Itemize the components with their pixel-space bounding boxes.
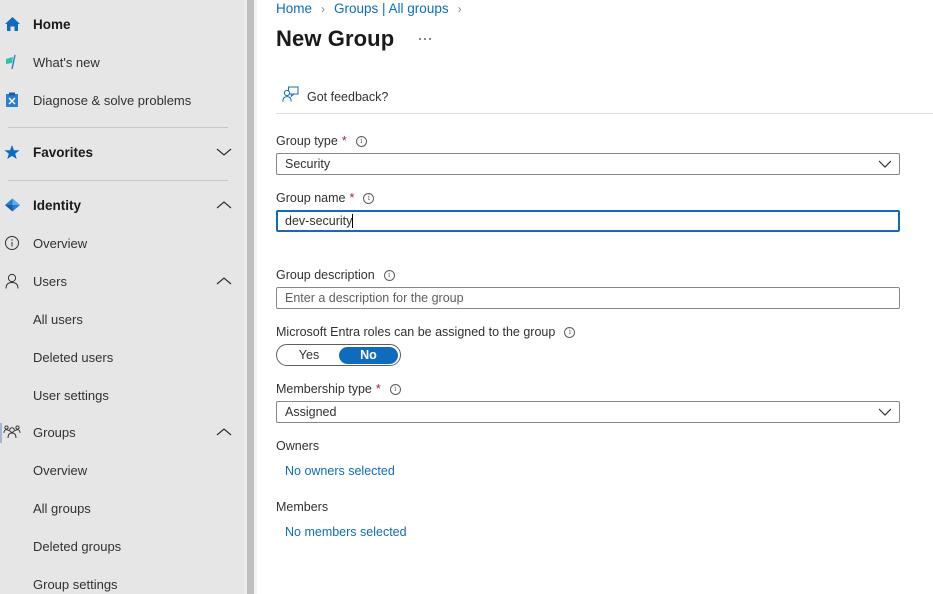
group-name-value: dev-security [285,214,353,228]
group-description-label: Group description i [276,268,395,282]
membership-type-select[interactable]: Assigned [276,401,900,423]
star-icon [3,143,21,161]
sidebar-item-label: Favorites [33,144,94,160]
breadcrumb-home[interactable]: Home [276,1,312,16]
breadcrumb-groups[interactable]: Groups | All groups [334,1,449,16]
toolbar-divider [276,113,933,114]
entra-roles-yes-option[interactable]: Yes [279,347,339,364]
group-type-value: Security [285,157,331,171]
info-icon[interactable]: i [564,326,576,338]
feedback-label: Got feedback? [307,89,389,104]
sidebar-item-label: Groups [33,424,76,440]
sidebar-item-label: Home [33,16,71,32]
required-mark: * [375,382,381,396]
info-icon[interactable]: i [355,135,367,147]
text-caret [352,214,354,228]
entra-roles-label: Microsoft Entra roles can be assigned to… [276,325,576,339]
membership-type-label: Membership type * i [276,382,401,396]
sidebar-item-label: Deleted groups [33,538,122,554]
person-icon [3,272,21,290]
sidebar-divider [8,127,228,128]
sidebar-item-all-groups[interactable]: All groups [0,493,244,523]
sidebar-item-identity[interactable]: Identity [0,190,244,220]
entra-roles-no-option[interactable]: No [339,346,398,364]
sidebar-item-users[interactable]: Users [0,266,244,296]
feedback-button[interactable]: Got feedback? [282,86,388,107]
info-icon[interactable]: i [363,192,375,204]
sidebar-item-label: What's new [33,54,100,70]
sidebar-resize-handle[interactable] [247,0,254,594]
group-description-label-text: Group description [276,268,375,282]
chevron-down-icon [878,160,892,168]
group-name-label-text: Group name [276,191,346,205]
more-options-icon[interactable] [415,33,435,45]
group-description-placeholder: Enter a description for the group [285,291,464,305]
chevron-up-icon[interactable] [214,198,234,212]
sidebar-item-all-users[interactable]: All users [0,304,244,334]
owners-label: Owners [276,439,320,453]
group-name-input[interactable]: dev-security [276,210,900,232]
chevron-up-icon[interactable] [214,425,234,439]
sidebar-item-deleted-groups[interactable]: Deleted groups [0,531,244,561]
sidebar-item-diagnose[interactable]: Diagnose & solve problems [0,85,244,115]
owners-link[interactable]: No owners selected [285,464,395,478]
members-link[interactable]: No members selected [285,525,407,539]
identity-diamond-icon [3,196,21,214]
sidebar-item-groups-overview[interactable]: Overview [0,455,244,485]
chevron-right-icon: › [321,1,326,16]
required-mark: * [341,134,347,148]
sidebar-item-label: Deleted users [33,349,114,365]
sidebar-item-identity-overview[interactable]: Overview [0,228,244,258]
info-icon [3,234,21,252]
sidebar-item-label: Diagnose & solve problems [33,92,192,108]
membership-type-value: Assigned [285,405,337,419]
chevron-down-icon [878,408,892,416]
flag-icon [3,53,21,71]
home-icon [3,15,21,33]
info-icon[interactable]: i [389,383,401,395]
required-mark: * [349,191,355,205]
sidebar-item-label: Users [33,273,67,289]
feedback-icon [282,86,299,107]
group-name-label: Group name * i [276,191,375,205]
sidebar-divider [8,180,228,181]
info-icon[interactable]: i [383,269,395,281]
sidebar-item-label: Group settings [33,576,118,592]
sidebar-item-label: Overview [33,235,88,251]
sidebar-item-label: All groups [33,500,91,516]
chevron-right-icon: › [457,1,462,16]
chevron-up-icon[interactable] [214,274,234,288]
entra-roles-label-text: Microsoft Entra roles can be assigned to… [276,325,556,339]
sidebar-item-label: User settings [33,387,109,403]
membership-type-label-text: Membership type [276,382,372,396]
entra-roles-toggle: Yes No [276,344,401,366]
sidebar-item-groups[interactable]: Groups [0,417,244,447]
sidebar-item-user-settings[interactable]: User settings [0,380,244,410]
group-type-label: Group type * i [276,134,367,148]
breadcrumb: Home › Groups | All groups › [276,1,471,16]
chevron-down-icon[interactable] [214,145,234,159]
sidebar-item-label: Identity [33,197,82,213]
group-type-select[interactable]: Security [276,153,900,175]
group-description-input[interactable]: Enter a description for the group [276,287,900,309]
members-label: Members [276,500,329,514]
sidebar-item-favorites[interactable]: Favorites [0,137,244,167]
sidebar: Home What's new Diagnose & solve problem… [0,0,244,594]
group-type-label-text: Group type [276,134,338,148]
page-title: New Group [276,26,395,51]
wrench-clipboard-icon [3,91,21,109]
groups-icon [3,423,21,441]
sidebar-item-home[interactable]: Home [0,9,244,39]
sidebar-item-whats-new[interactable]: What's new [0,47,244,77]
sidebar-item-group-settings[interactable]: Group settings [0,569,244,594]
sidebar-item-deleted-users[interactable]: Deleted users [0,342,244,372]
sidebar-item-label: Overview [33,462,88,478]
sidebar-item-label: All users [33,311,83,327]
main-content: Home › Groups | All groups › New Group G… [257,0,933,594]
